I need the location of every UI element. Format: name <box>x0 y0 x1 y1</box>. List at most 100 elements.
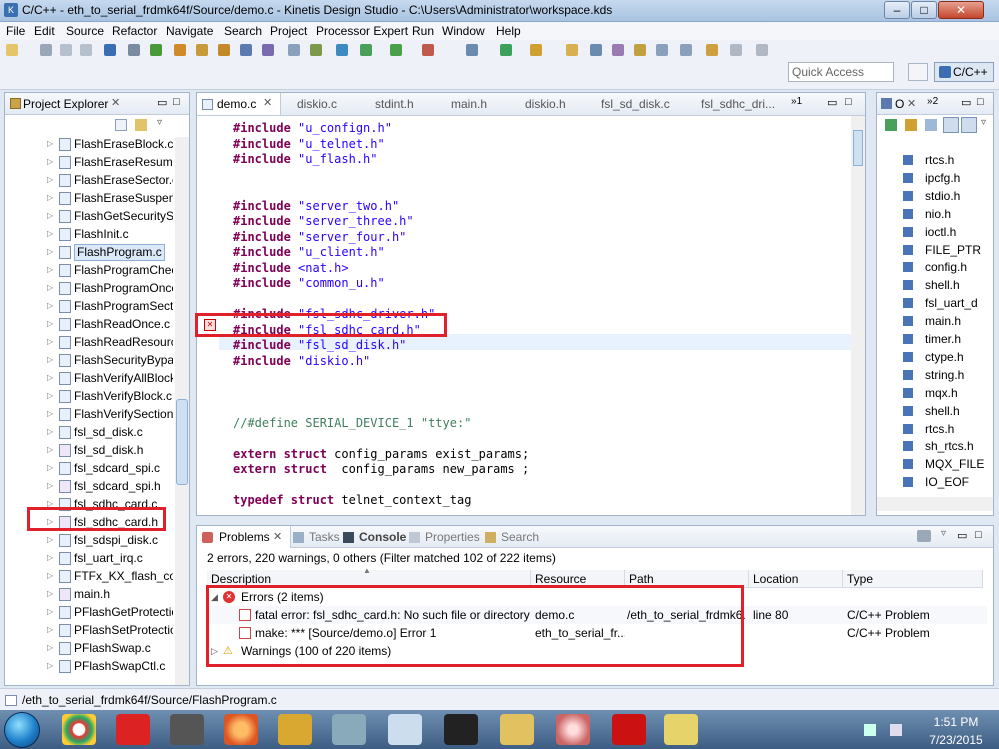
outline-item[interactable]: rtcs.h <box>877 420 993 438</box>
back-icon[interactable] <box>730 44 742 56</box>
tab-stdint-h[interactable]: stdint.h <box>375 93 414 115</box>
tree-item[interactable]: ▷ PFlashSwapCtl.c <box>5 657 173 675</box>
code-line[interactable]: #include "server_four.h" <box>233 230 406 246</box>
tree-item[interactable]: ▷ fsl_sdcard_spi.c <box>5 459 173 477</box>
expand-arrow-icon[interactable]: ▷ <box>47 603 53 621</box>
tree-item[interactable]: ▷ FlashProgramCheck <box>5 261 173 279</box>
close-tab-icon[interactable]: ✕ <box>263 96 272 109</box>
column-type[interactable]: Type <box>843 570 983 588</box>
clean-icon[interactable] <box>150 44 162 56</box>
chip-icon[interactable] <box>170 714 204 745</box>
view-menu-icon[interactable]: ▿ <box>941 528 946 539</box>
expand-arrow-icon[interactable]: ▷ <box>47 387 53 405</box>
open-type-icon[interactable] <box>262 44 274 56</box>
expand-arrow-icon[interactable]: ▷ <box>47 441 53 459</box>
code-line[interactable]: #include "u_telnet.h" <box>233 137 385 153</box>
outline-item[interactable]: IO_EOF <box>877 473 993 491</box>
expand-arrow-icon[interactable]: ▷ <box>47 531 53 549</box>
close-icon[interactable]: ✕ <box>907 97 916 110</box>
tree-item[interactable]: ▷ FlashEraseBlock.c <box>5 135 173 153</box>
expand-arrow-icon[interactable]: ▷ <box>47 153 53 171</box>
tree-item[interactable]: ▷ FlashEraseSuspend.c <box>5 189 173 207</box>
code-line[interactable]: extern struct config_params exist_params… <box>233 447 529 463</box>
outline-item[interactable]: shell.h <box>877 276 993 294</box>
new-icon[interactable] <box>6 44 18 56</box>
new-class-icon[interactable] <box>174 44 186 56</box>
save-all-icon[interactable] <box>60 44 72 56</box>
microchip-icon[interactable] <box>116 714 150 745</box>
expand-arrow-icon[interactable]: ▷ <box>47 297 53 315</box>
code-line[interactable]: #include "u_client.h" <box>233 245 385 261</box>
outline-item[interactable]: timer.h <box>877 330 993 348</box>
code-line[interactable]: typedef struct telnet_context_tag <box>233 493 471 509</box>
calculator-icon[interactable] <box>332 714 366 745</box>
expand-arrow-icon[interactable]: ▷ <box>47 639 53 657</box>
hide-inactive-icon[interactable] <box>961 117 977 133</box>
outline-item[interactable]: stdio.h <box>877 187 993 205</box>
outline-item[interactable]: nio.h <box>877 205 993 223</box>
expand-arrow-icon[interactable]: ▷ <box>47 369 53 387</box>
explorer-folder-icon[interactable] <box>500 714 534 745</box>
sort-icon[interactable] <box>885 119 897 131</box>
tree-item[interactable]: ▷ fsl_sd_disk.c <box>5 423 173 441</box>
tab-search[interactable]: Search <box>501 530 539 544</box>
hxd-icon[interactable] <box>388 714 422 745</box>
outline-item[interactable]: string.h <box>877 366 993 384</box>
minimize-editor-icon[interactable]: ▭ <box>827 96 837 109</box>
tree-item[interactable]: ▷ FlashInit.c <box>5 225 173 243</box>
tree-item[interactable]: ▷ FlashProgramSectio <box>5 297 173 315</box>
clock-time[interactable]: 1:51 PM <box>920 715 992 729</box>
coverage-icon[interactable] <box>530 44 542 56</box>
tree-item[interactable]: ▷ fsl_uart_irq.c <box>5 549 173 567</box>
tree-item[interactable]: ▷ FlashReadOnce.c <box>5 315 173 333</box>
menu-project[interactable]: Project <box>270 24 307 38</box>
maximize-button[interactable]: □ <box>911 1 937 19</box>
expand-arrow-icon[interactable]: ▷ <box>47 621 53 639</box>
save-icon[interactable] <box>40 44 52 56</box>
tree-item[interactable]: ▷ PFlashSetProtection <box>5 621 173 639</box>
collapse-all-icon[interactable] <box>115 119 127 131</box>
expand-arrow-icon[interactable]: ▷ <box>47 243 53 261</box>
tree-item[interactable]: ▷ FlashVerifySection.c <box>5 405 173 423</box>
tab-tasks[interactable]: Tasks <box>309 530 340 544</box>
maximize-view-icon[interactable]: □ <box>977 96 984 108</box>
scroll-thumb[interactable] <box>176 399 188 485</box>
tree-item[interactable]: ▷ fsl_sdcard_spi.h <box>5 477 173 495</box>
clock-date[interactable]: 7/23/2015 <box>920 733 992 747</box>
expand-arrow-icon[interactable]: ▷ <box>47 351 53 369</box>
outline-item[interactable]: sh_rtcs.h <box>877 437 993 455</box>
outline-item[interactable]: MQX_FILE <box>877 455 993 473</box>
ide-chip-icon[interactable] <box>444 714 478 745</box>
forward-icon[interactable] <box>756 44 768 56</box>
menu-refactor[interactable]: Refactor <box>112 24 157 38</box>
scroll-thumb[interactable] <box>853 130 863 166</box>
outline-hscrollbar[interactable] <box>877 497 993 511</box>
external-tools-icon[interactable] <box>336 44 348 56</box>
expand-arrow-icon[interactable]: ▷ <box>47 657 53 675</box>
expand-arrow-icon[interactable]: ▷ <box>47 207 53 225</box>
build-icon[interactable] <box>104 44 116 56</box>
chrome-icon[interactable] <box>62 714 96 745</box>
expand-arrow-icon[interactable]: ▷ <box>47 315 53 333</box>
last-edit-icon[interactable] <box>706 44 718 56</box>
expand-arrow-icon[interactable]: ▷ <box>47 477 53 495</box>
minimize-view-icon[interactable]: ▭ <box>961 96 971 109</box>
outline-item[interactable]: ctype.h <box>877 348 993 366</box>
tab-fsl-sdhc-driver[interactable]: fsl_sdhc_dri... <box>701 93 775 115</box>
tab-diskio-h[interactable]: diskio.h <box>525 93 566 115</box>
outline-item[interactable]: rtcs.h <box>877 151 993 169</box>
tree-item[interactable]: ▷ PFlashSwap.c <box>5 639 173 657</box>
tab-fsl-sd-disk-c[interactable]: fsl_sd_disk.c <box>601 93 670 115</box>
minimize-button[interactable]: – <box>884 1 910 19</box>
network-icon[interactable] <box>556 714 590 745</box>
tree-item[interactable]: ▷ FlashEraseSector.c <box>5 171 173 189</box>
code-line[interactable]: #include "u_flash.h" <box>233 152 378 168</box>
expand-arrow-icon[interactable]: ▷ <box>47 333 53 351</box>
menu-processor-expert[interactable]: Processor Expert <box>316 24 408 38</box>
outline-item[interactable]: config.h <box>877 258 993 276</box>
outline-item[interactable]: ioctl.h <box>877 223 993 241</box>
column-location[interactable]: Location <box>749 570 843 588</box>
outline-item[interactable]: shell.h <box>877 402 993 420</box>
network-tray-icon[interactable] <box>864 724 876 736</box>
code-line[interactable]: #include "u_confign.h" <box>233 121 392 137</box>
